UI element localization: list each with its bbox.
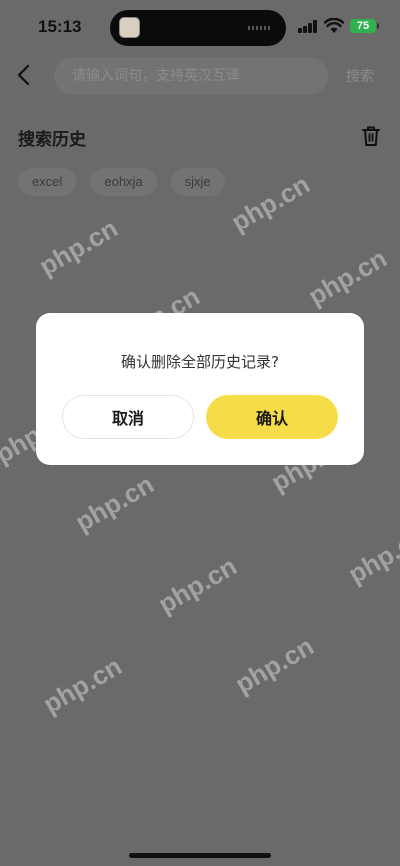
history-chip[interactable]: sjxje [170,168,225,196]
status-bar: 15:13 75 [0,0,400,54]
battery-tip [377,23,379,29]
watermark: php.cn [152,550,242,620]
dynamic-island[interactable] [110,10,286,46]
cellular-signal-icon [298,20,318,33]
history-title: 搜索历史 [18,130,86,150]
search-box[interactable] [54,57,328,95]
watermark: php.cn [302,242,392,312]
history-chip[interactable]: excel [18,168,77,196]
confirm-dialog: 确认删除全部历史记录? 取消 确认 [36,313,364,465]
home-indicator[interactable] [129,853,271,858]
history-list: excel eohxja sjxje [18,168,225,196]
back-arrow-icon[interactable] [12,62,38,88]
audio-wave-icon [248,26,270,30]
status-time: 15:13 [38,17,82,36]
wifi-icon [324,18,344,33]
history-chip[interactable]: eohxja [90,168,157,196]
search-button[interactable]: 搜索 [346,66,374,86]
watermark: php.cn [225,168,315,238]
trash-icon[interactable] [360,124,382,148]
confirm-button[interactable]: 确认 [206,395,338,439]
dialog-message: 确认删除全部历史记录? [121,353,279,371]
watermark: php.cn [229,630,319,700]
search-input[interactable] [72,66,312,86]
battery-indicator: 75 [350,19,376,33]
now-playing-thumbnail [119,17,140,38]
cancel-button[interactable]: 取消 [62,395,194,439]
watermark: php.cn [33,212,123,282]
watermark: php.cn [37,650,127,720]
watermark: php.cn [69,468,159,538]
watermark: php.cn [342,520,400,590]
